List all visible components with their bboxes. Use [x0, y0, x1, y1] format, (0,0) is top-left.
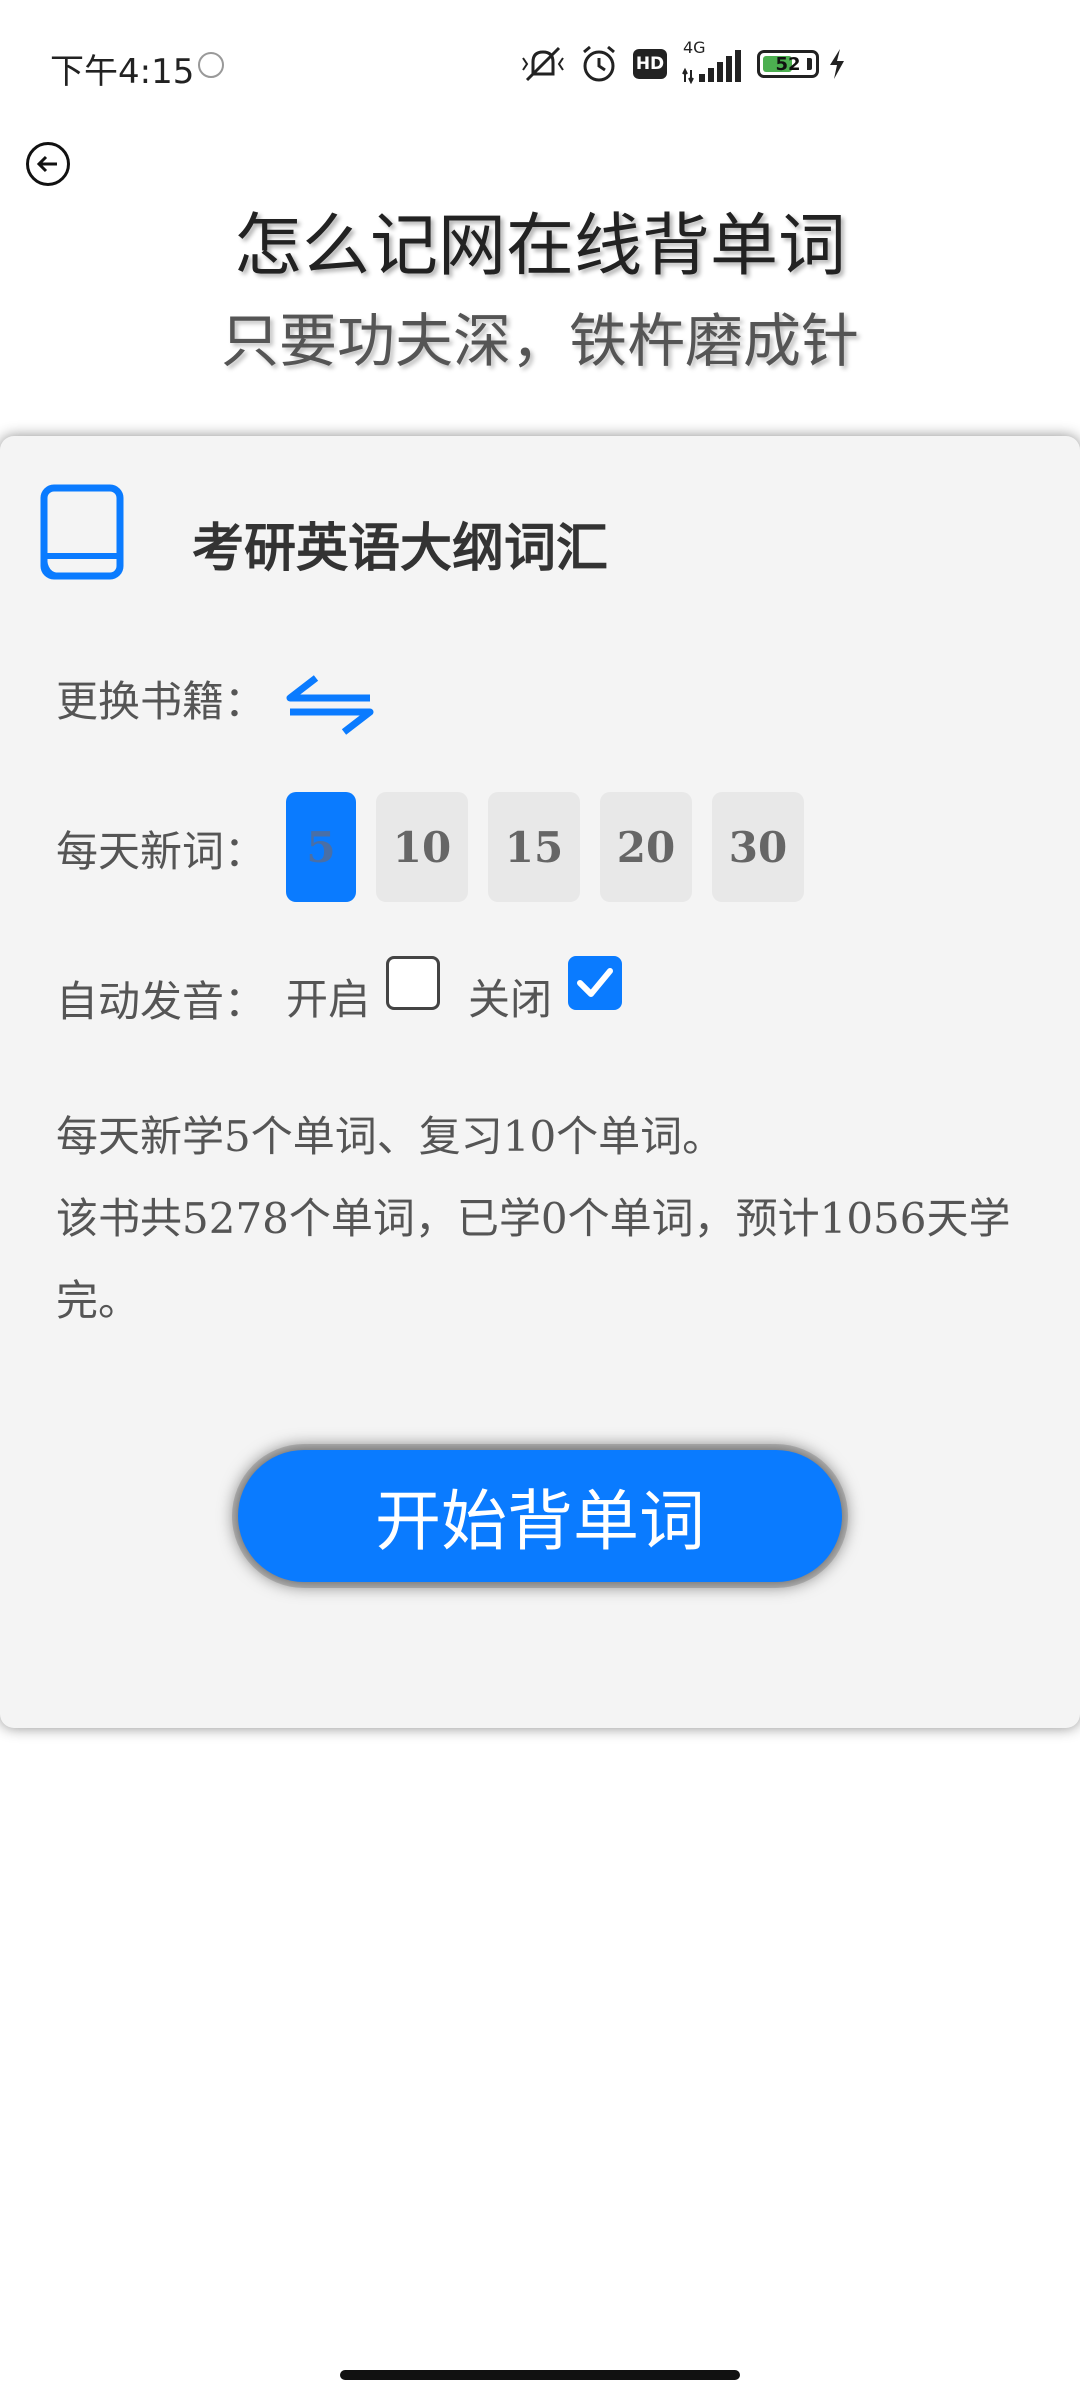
sound-off-label: 关闭	[468, 975, 553, 1024]
sound-on-label: 开启	[286, 975, 371, 1024]
auto-sound-row: 开启 关闭	[286, 955, 650, 1027]
info-line-1: 每天新学5个单词、复习10个单词。	[56, 1112, 725, 1161]
daily-option-30[interactable]: 30	[712, 792, 804, 902]
checkmark-icon	[577, 967, 614, 997]
sound-on-checkbox[interactable]	[386, 955, 441, 1010]
info-line-2: 该书共5278个单词，已学0个单词，预计1056天学完。	[56, 1194, 1011, 1325]
daily-option-15[interactable]: 15	[488, 792, 580, 902]
daily-option-10[interactable]: 10	[376, 792, 468, 902]
arrow-left-icon	[36, 155, 57, 173]
page-subtitle: 只要功夫深，铁杵磨成针	[220, 307, 859, 375]
page: 下午4:15 HD 4G 52 怎么记网在线背单词 只要功夫深，铁杵磨成针 考研…	[0, 0, 1080, 2400]
home-indicator[interactable]	[340, 2370, 740, 2380]
change-book-label: 更换书籍：	[56, 677, 267, 726]
status-icons: HD 4G 52	[521, 38, 848, 90]
hd-icon: HD	[633, 49, 667, 79]
battery-level: 52	[775, 53, 801, 75]
notification-icon	[198, 52, 224, 78]
study-plan-info: 每天新学5个单词、复习10个单词。 该书共5278个单词，已学0个单词，预计10…	[56, 1096, 1036, 1342]
network-type: 4G	[683, 38, 706, 57]
alarm-icon	[579, 44, 619, 84]
status-time: 下午4:15	[50, 52, 195, 92]
start-button[interactable]: 开始背单词	[238, 1450, 842, 1582]
daily-words-label: 每天新词：	[56, 827, 267, 876]
signal-icon: 4G	[681, 38, 743, 84]
battery-icon: 52	[757, 50, 819, 78]
daily-option-5[interactable]: 5	[286, 792, 356, 902]
mute-vibrate-icon	[521, 44, 565, 84]
page-title: 怎么记网在线背单词	[233, 207, 846, 286]
back-button[interactable]	[26, 142, 70, 186]
charging-icon	[826, 47, 848, 81]
book-icon	[40, 484, 124, 580]
status-bar: 下午4:15 HD 4G 52	[0, 0, 1080, 130]
swap-icon[interactable]	[286, 672, 374, 738]
auto-sound-label: 自动发音：	[56, 977, 267, 1026]
book-title: 考研英语大纲词汇	[192, 519, 609, 579]
daily-option-20[interactable]: 20	[600, 792, 692, 902]
sound-off-checkbox[interactable]	[568, 955, 623, 1010]
daily-words-options: 5 10 15 20 30	[286, 792, 804, 902]
